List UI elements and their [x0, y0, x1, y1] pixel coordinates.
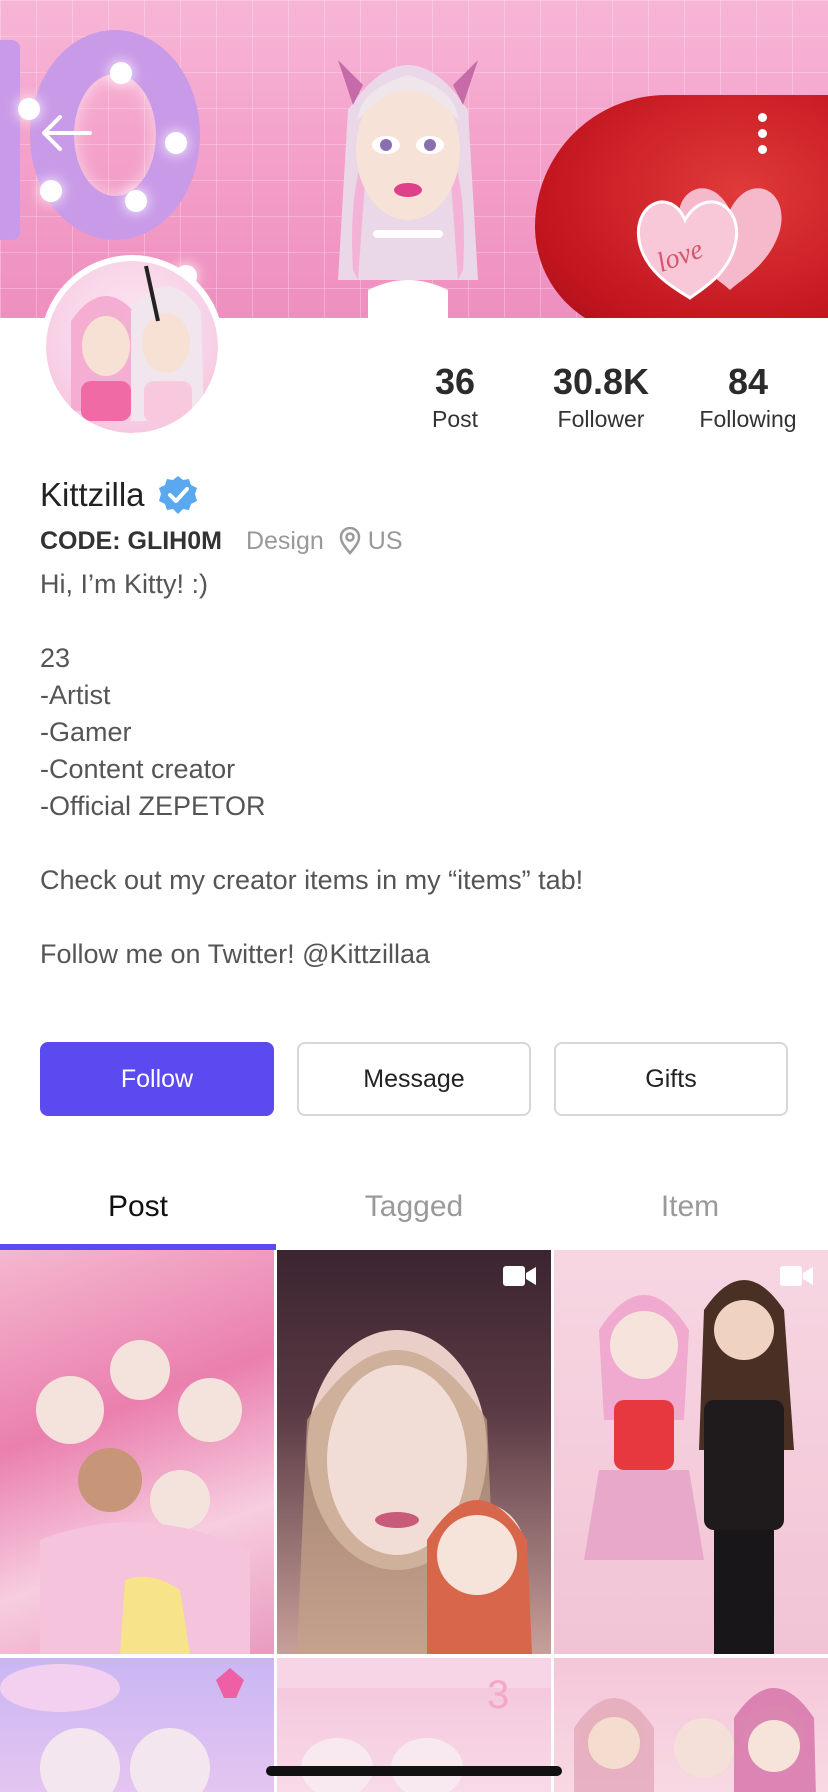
- bio-line: [40, 899, 800, 936]
- banner-heart: love: [636, 188, 782, 300]
- location-text: US: [367, 526, 403, 555]
- stat-label: Follower: [557, 406, 645, 432]
- tab-tagged[interactable]: Tagged: [276, 1170, 552, 1244]
- profile-code: CODE: GLIH0M: [40, 526, 222, 555]
- stat-following[interactable]: 84 Following: [673, 360, 823, 434]
- post-image: [0, 1664, 244, 1792]
- post-grid: 3: [0, 1250, 828, 1792]
- post-thumbnail[interactable]: [0, 1658, 274, 1792]
- bio-line: -Official ZEPETOR: [40, 791, 266, 821]
- bio-line: 23: [40, 643, 71, 673]
- verified-badge-icon: [158, 476, 197, 514]
- profile-tabs: Post Tagged Item: [0, 1170, 828, 1250]
- video-icon: [780, 1266, 813, 1286]
- profile-category: Design: [245, 526, 324, 555]
- post-thumbnail[interactable]: [277, 1250, 551, 1654]
- bio-line: Follow me on Twitter! @Kittzillaa: [40, 939, 431, 969]
- bio-line: -Artist: [40, 680, 111, 710]
- profile-name: Kittzilla: [40, 476, 145, 513]
- arrow-left-icon: [42, 115, 92, 151]
- post-thumbnail[interactable]: [554, 1658, 828, 1792]
- bio-line: [40, 825, 800, 862]
- stat-label: Following: [699, 406, 797, 432]
- tab-item[interactable]: Item: [552, 1170, 828, 1244]
- stat-label: Post: [431, 406, 479, 432]
- bio-line: [40, 603, 800, 640]
- profile-meta-row: CODE: GLIH0M Design US: [40, 523, 403, 559]
- bio-line: Check out my creator items in my “items”…: [40, 865, 584, 895]
- svg-text:3: 3: [487, 1673, 509, 1717]
- follow-button[interactable]: Follow: [40, 1042, 274, 1116]
- stat-value: 30.8K: [552, 361, 650, 402]
- stat-value: 36: [434, 361, 476, 402]
- profile-location: US: [338, 527, 403, 556]
- profile-bio: Hi, I’m Kitty! :) 23 -Artist -Gamer -Con…: [40, 566, 800, 973]
- tab-post[interactable]: Post: [0, 1170, 276, 1244]
- back-button[interactable]: [38, 108, 94, 158]
- video-icon: [503, 1266, 536, 1286]
- post-image: [36, 1340, 250, 1654]
- stat-followers[interactable]: 30.8K Follower: [526, 360, 676, 434]
- message-button[interactable]: Message: [297, 1042, 531, 1116]
- stat-value: 84: [727, 361, 769, 402]
- post-image: [574, 1688, 816, 1792]
- bio-line: -Content creator: [40, 754, 236, 784]
- banner-avatar: [338, 60, 478, 318]
- post-thumbnail[interactable]: [554, 1250, 828, 1654]
- more-options-button[interactable]: [742, 105, 782, 161]
- location-pin-icon: [339, 527, 361, 555]
- profile-stats: 36 Post 30.8K Follower 84 Following: [0, 360, 828, 440]
- home-indicator: [266, 1766, 562, 1776]
- post-image: [297, 1330, 532, 1654]
- stat-posts[interactable]: 36 Post: [380, 360, 530, 434]
- post-image: [584, 1280, 794, 1654]
- bio-line: Hi, I’m Kitty! :): [40, 569, 208, 599]
- bio-line: -Gamer: [40, 717, 132, 747]
- post-thumbnail[interactable]: [0, 1250, 274, 1654]
- gifts-button[interactable]: Gifts: [554, 1042, 788, 1116]
- more-vertical-icon: [757, 112, 767, 122]
- profile-name-row: Kittzilla: [40, 470, 199, 520]
